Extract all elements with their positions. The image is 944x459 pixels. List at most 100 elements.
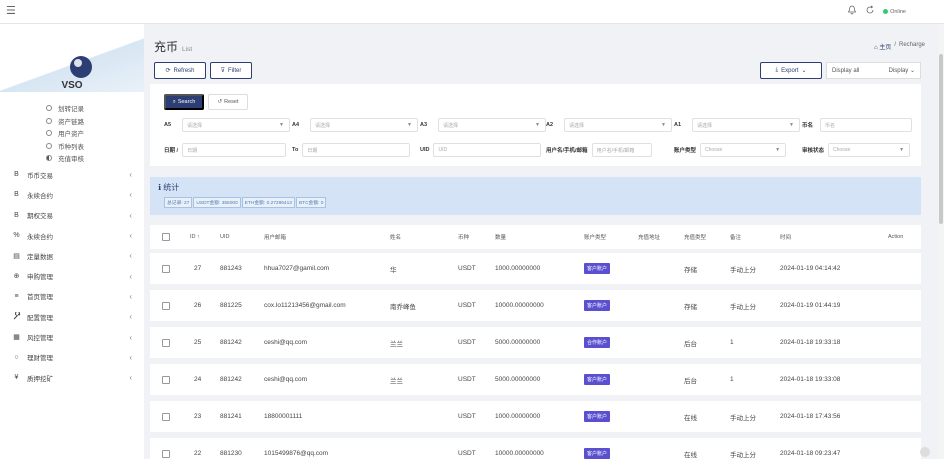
a1-select[interactable]: 请选择 ▼ [692, 118, 800, 132]
reset-button[interactable]: ↺ Reset [208, 94, 248, 110]
th-charge-type: 充值类型 [684, 235, 707, 241]
cell-uid: 881242 [220, 376, 242, 383]
circle-icon: ○ [14, 353, 19, 361]
brand-name: VSO [61, 80, 83, 91]
sidebar-item[interactable]: ⊕ 申购管理 ‹ [0, 266, 144, 286]
select-all-checkbox[interactable] [162, 233, 170, 241]
table-row[interactable]: 22 881230 1015499876@qq.com USDT 10000.00000… [150, 438, 921, 459]
sidebar-item[interactable]: ○ 理财管理 ‹ [0, 347, 144, 367]
cell-coin: USDT [458, 265, 476, 272]
sidebar-item[interactable]: B 期权交易 ‹ [0, 205, 144, 225]
th-name: 姓名 [390, 235, 402, 241]
breadcrumb-home[interactable]: ⌂ 主页 [874, 42, 891, 51]
row-checkbox[interactable] [162, 375, 170, 384]
sidebar-item[interactable]: ≡ 首页管理 ‹ [0, 286, 144, 306]
stat-chip: 总记录: 27 [164, 197, 193, 208]
coin-input[interactable]: 币名 [820, 118, 912, 132]
cell-charge: 后台 [684, 377, 697, 385]
menu-icon[interactable]: ☰ [6, 4, 16, 17]
list-icon: ≡ [14, 292, 19, 300]
acct-type-badge: 合作账户 [584, 337, 611, 348]
sidebar-item[interactable]: 配置管理 ‹ [0, 307, 144, 327]
cell-user: ceshi@qq.com [264, 376, 308, 383]
row-checkbox[interactable] [162, 264, 170, 273]
sidebar-item[interactable]: % 永续合约 ‹ [0, 225, 144, 245]
online-status[interactable]: Online [883, 9, 906, 15]
date-to-input[interactable]: 日期 [302, 143, 411, 157]
floating-button[interactable] [920, 447, 930, 457]
sidebar-item[interactable]: ¥ 质押挖矿 ‹ [0, 367, 144, 387]
acct-type-badge: 客户账户 [584, 448, 611, 459]
th-user: 用户邮箱 [264, 235, 287, 241]
cell-user: ceshi@qq.com [264, 339, 308, 346]
breadcrumb: ⌂ 主页 / Recharge [874, 42, 925, 51]
circle-icon [46, 142, 52, 149]
cell-name: 南乔峰鱼 [390, 303, 416, 311]
date-from-input[interactable]: 日期 [182, 143, 287, 157]
status-select[interactable]: Choose ▼ [828, 143, 911, 157]
a2-select[interactable]: 请选择 ▼ [564, 118, 672, 132]
table-row[interactable]: 26 881225 cox.lo11213456@gmail.com 南乔峰鱼 USDT… [150, 290, 921, 321]
row-checkbox[interactable] [162, 412, 170, 421]
a5-select[interactable]: 请选择 ▼ [182, 118, 290, 132]
cell-charge: 存储 [684, 303, 697, 311]
table-row[interactable]: 23 881241 18800001111 USDT 1000.00000000 客户账户… [150, 401, 921, 432]
cell-id: 22 [194, 450, 202, 457]
sidebar-sub-item[interactable]: 资产链路 [0, 115, 144, 128]
sidebar-item[interactable]: ▤ 定量数据 ‹ [0, 246, 144, 266]
filter-button[interactable]: ⊽ Filter [210, 62, 252, 79]
sidebar-item[interactable]: B 永续合约 ‹ [0, 185, 144, 205]
row-checkbox[interactable] [162, 301, 170, 310]
sidebar-nav: B 币币交易 ‹ B 永续合约 ‹ B 期权交易 ‹ % 永续合约 ‹ ▤ 定量数据 ‹ ⊕ 申购管理… [0, 165, 144, 388]
a3-select[interactable]: 请选择 ▼ [438, 118, 546, 132]
cell-amount: 5000.00000000 [495, 376, 541, 383]
search-button[interactable]: ⌕ Search [164, 94, 204, 110]
cell-remark: 手动上分 [730, 451, 756, 459]
cell-id: 23 [194, 413, 202, 420]
th-time: 时间 [780, 235, 792, 241]
refresh-icon[interactable] [865, 5, 875, 18]
scrollbar[interactable] [938, 24, 944, 459]
th-amount: 数量 [495, 235, 507, 241]
online-dot-icon [883, 9, 889, 14]
user-type-select[interactable]: Choose ▼ [700, 143, 787, 157]
sidebar-sub-item[interactable]: 划转记录 [0, 102, 144, 115]
cell-coin: USDT [458, 302, 476, 309]
row-checkbox[interactable] [162, 449, 170, 458]
bell-icon[interactable] [847, 5, 857, 18]
filter-icon: ⊽ [220, 68, 226, 74]
stat-chip: USDT金额: 355000 [193, 197, 241, 208]
sidebar-item[interactable]: B 币币交易 ‹ [0, 165, 144, 185]
uid-input[interactable]: UID [433, 143, 542, 157]
user-input[interactable]: 用户名/手机/邮箱 [591, 143, 652, 157]
cell-amount: 10000.00000000 [495, 450, 544, 457]
display-select[interactable]: Display all Display ⌄ [826, 62, 921, 79]
refresh-button[interactable]: ⟳ Refresh [154, 62, 206, 79]
bitcoin-icon: B [14, 211, 19, 219]
th-id[interactable]: ID ↑ [190, 225, 200, 249]
sidebar: VSO 划转记录 资产链路 用户资产 币种列表 充值审核 B 币币交易 ‹ B 永续合… [0, 24, 144, 459]
sidebar-sub-item[interactable]: 币种列表 [0, 140, 144, 153]
cell-time: 2024-01-18 17:43:56 [780, 413, 841, 420]
sidebar-sub-item[interactable]: 用户资产 [0, 127, 144, 140]
sidebar-sub-item-active[interactable]: 充值审核 [0, 152, 144, 165]
sidebar-item[interactable]: ▦ 风控管理 ‹ [0, 327, 144, 347]
a4-select[interactable]: 请选择 ▼ [310, 118, 418, 132]
chevron-left-icon: ‹ [129, 190, 132, 200]
table-row[interactable]: 25 881242 ceshi@qq.com 兰兰 USDT 5000.00000000 合… [150, 327, 921, 358]
cell-time: 2024-01-19 01:44:19 [780, 302, 841, 309]
scrollbar-thumb[interactable] [939, 54, 943, 224]
sidebar-header: VSO [0, 24, 144, 92]
row-checkbox[interactable] [162, 338, 170, 347]
cell-time: 2024-01-18 19:33:08 [780, 376, 841, 383]
cell-user: 18800001111 [264, 413, 303, 420]
cell-coin: USDT [458, 376, 476, 383]
export-button[interactable]: ⤓ Export ⌄ [760, 62, 822, 79]
cell-time: 2024-01-18 09:23:47 [780, 450, 841, 457]
field-coin: 币名 币名 [802, 118, 912, 132]
page-subtitle: List [182, 46, 193, 53]
field-a1: A1 请选择 ▼ [674, 118, 800, 132]
table-row[interactable]: 24 881242 ceshi@qq.com 兰兰 USDT 5000.00000000 客… [150, 364, 921, 395]
cell-remark: 1 [730, 376, 734, 383]
table-row[interactable]: 27 881243 hhua7027@gamil.com 华 USDT 1000.0000… [150, 253, 921, 284]
